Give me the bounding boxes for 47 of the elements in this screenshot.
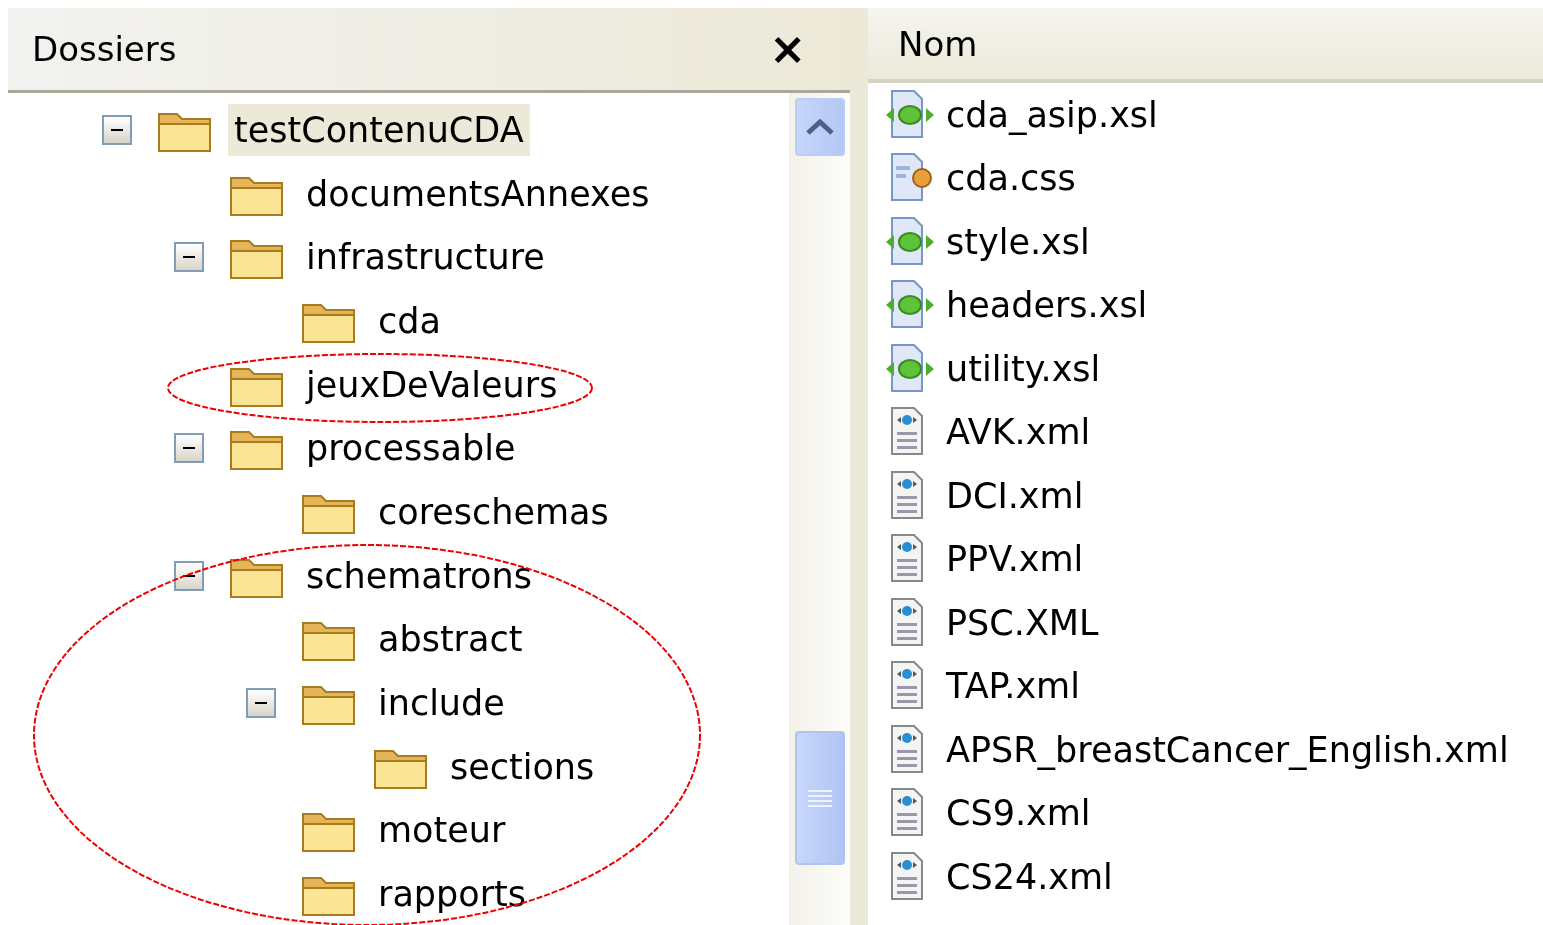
scroll-up-button[interactable] [795,98,845,156]
collapse-button[interactable] [246,688,276,719]
chevron-up-icon [806,119,834,135]
folder-item[interactable]: infrastructure [300,231,551,284]
folder-item[interactable]: include [372,677,511,730]
close-button[interactable]: × [765,27,810,71]
minus-icon [255,702,267,705]
file-item[interactable]: cda.css [946,158,1076,199]
folder-item[interactable]: cda [372,294,447,347]
folder-item[interactable]: moteur [372,804,512,857]
file-item[interactable]: APSR_breastCancer_English.xml [946,729,1509,770]
folder-item[interactable]: coreschemas [372,485,615,538]
xsl-file-icon [884,215,936,268]
file-item[interactable]: TAP.xml [946,666,1080,707]
minus-icon [183,574,195,577]
file-item[interactable]: cda_asip.xsl [946,94,1158,135]
folder-item[interactable]: rapports [372,868,533,921]
folder-item[interactable]: jeuxDeValeurs [300,358,564,411]
collapse-button[interactable] [174,560,204,591]
folder-item[interactable]: abstract [372,613,529,666]
file-item[interactable]: CS24.xml [946,856,1113,897]
file-item[interactable]: PPV.xml [946,539,1084,580]
scroll-thumb[interactable] [795,731,845,865]
xsl-file-icon [884,342,936,395]
minus-icon [111,128,123,131]
folder-item[interactable]: testContenuCDA [228,103,530,156]
collapse-button[interactable] [174,433,204,464]
xsl-file-icon [884,88,936,141]
folder-item[interactable]: schematrons [300,549,538,602]
file-item[interactable]: DCI.xml [946,475,1084,516]
scrollbar[interactable] [789,93,850,925]
folder-item[interactable]: processable [300,422,522,475]
minus-icon [183,256,195,259]
pane-title: Dossiers [32,29,177,69]
file-item[interactable]: AVK.xml [946,412,1091,453]
file-item[interactable]: style.xsl [946,221,1090,262]
folder-item[interactable]: documentsAnnexes [300,167,656,220]
file-item[interactable]: headers.xsl [946,285,1148,326]
collapse-button[interactable] [102,114,132,145]
column-title: Nom [898,23,978,64]
file-item[interactable]: CS9.xml [946,793,1091,834]
column-header[interactable]: Nom [868,8,1543,83]
folder-item[interactable]: sections [444,740,601,793]
file-item[interactable]: utility.xsl [946,348,1101,389]
minus-icon [183,447,195,450]
file-item[interactable]: PSC.XML [946,602,1099,643]
collapse-button[interactable] [174,242,204,273]
